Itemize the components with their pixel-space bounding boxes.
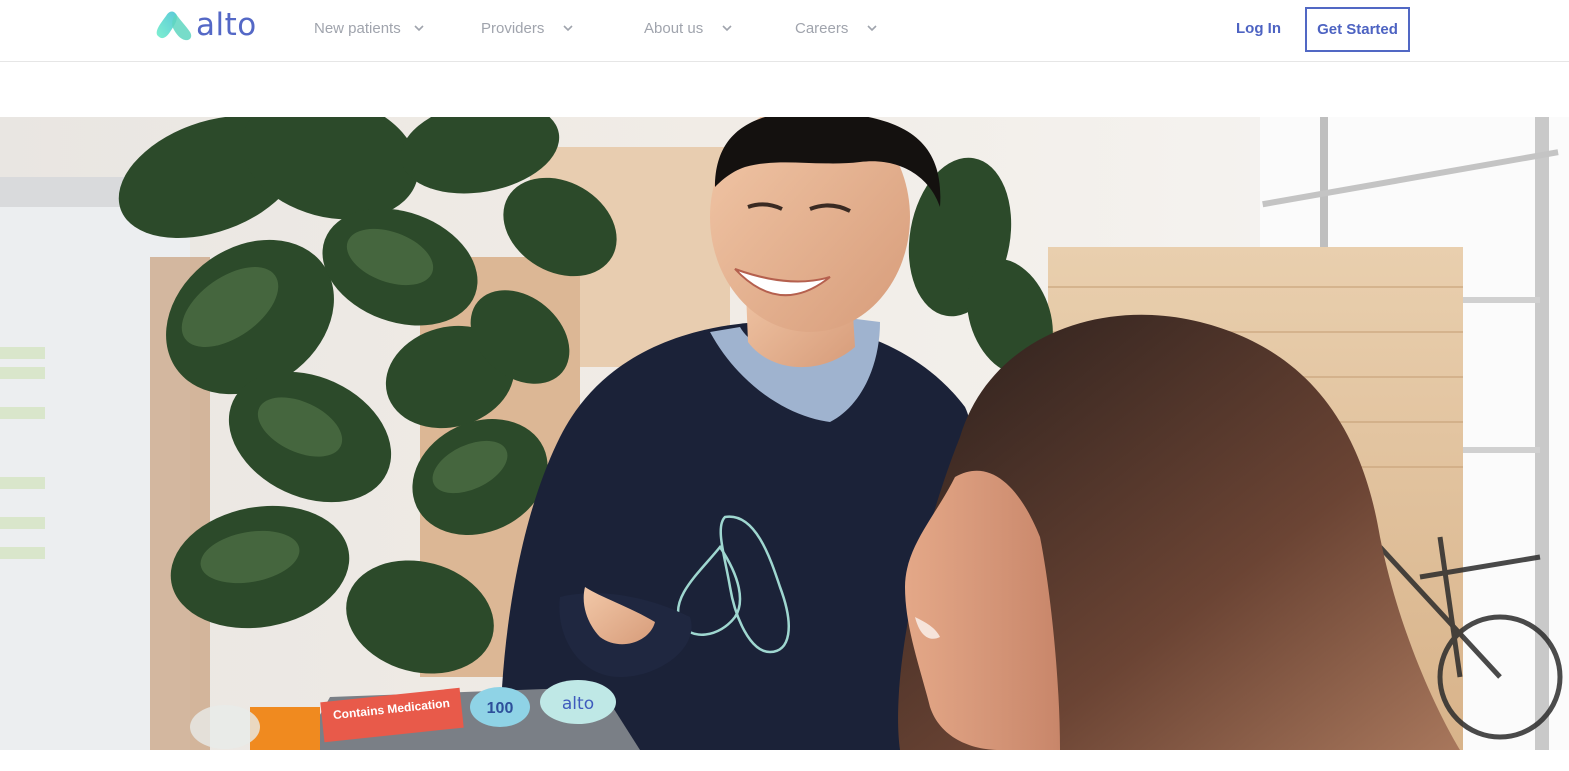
nav-label: New patients — [314, 19, 401, 37]
alto-logo-icon — [156, 11, 192, 41]
sticker-100-text: 100 — [487, 700, 514, 717]
page: alto New patients Providers About us Car… — [0, 0, 1569, 771]
site-header: alto New patients Providers About us Car… — [0, 0, 1569, 62]
nav-new-patients[interactable]: New patients — [314, 18, 424, 38]
sticker-alto: alto — [540, 680, 616, 724]
nav-label: Providers — [481, 19, 545, 37]
logo-text: alto — [196, 6, 257, 43]
nav-careers[interactable]: Careers — [795, 18, 877, 38]
chevron-down-icon — [414, 24, 424, 31]
chevron-down-icon — [867, 24, 877, 31]
chevron-down-icon — [563, 24, 573, 31]
login-link[interactable]: Log In — [1236, 20, 1281, 37]
hero-image: Contains Medication 100 alto — [0, 117, 1569, 750]
chevron-down-icon — [722, 24, 732, 31]
get-started-button[interactable]: Get Started — [1305, 7, 1410, 52]
nav-label: Careers — [795, 19, 849, 37]
hero-photo: Contains Medication 100 alto — [0, 117, 1569, 750]
nav-label: About us — [644, 19, 704, 37]
sticker-alto-text: alto — [562, 694, 594, 714]
nav-providers[interactable]: Providers — [481, 18, 573, 38]
sticker-100: 100 — [470, 687, 530, 727]
logo-link[interactable]: alto — [154, 8, 257, 42]
nav-about-us[interactable]: About us — [644, 18, 732, 38]
